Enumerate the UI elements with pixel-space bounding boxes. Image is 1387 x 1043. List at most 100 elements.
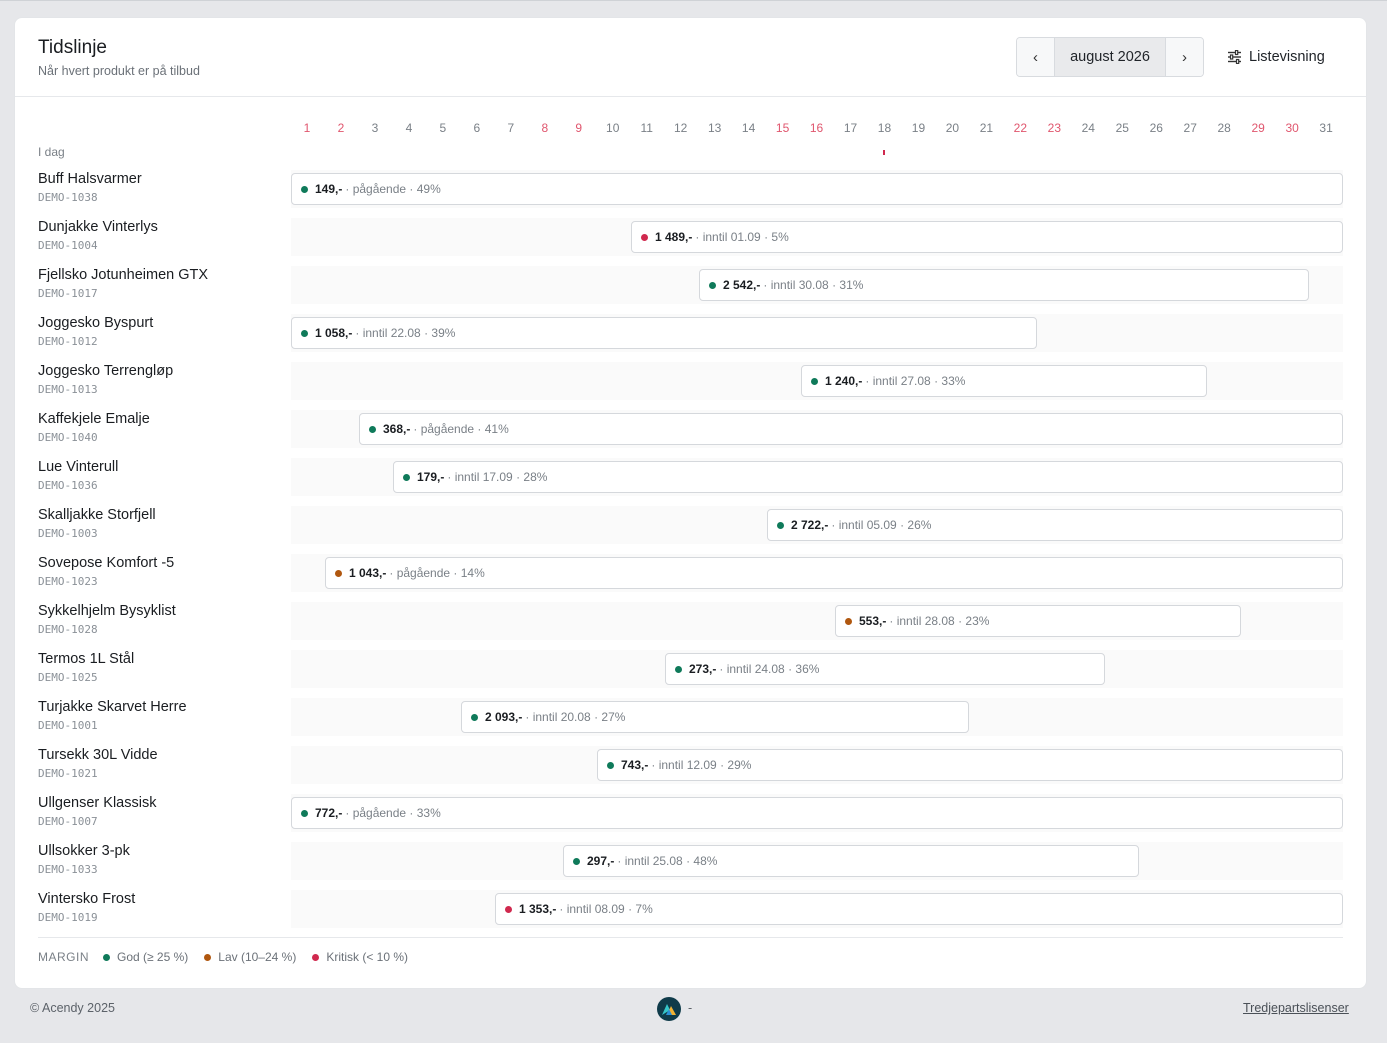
offer-status: · inntil 28.08 · 23%	[889, 614, 990, 628]
day-label: 6	[473, 121, 481, 135]
offer-bar[interactable]: 553,- · inntil 28.08 · 23%	[835, 605, 1241, 637]
legend-dot-god	[103, 953, 110, 961]
offer-bar[interactable]: 772,- · pågående · 33%	[291, 797, 1343, 829]
offer-status: · inntil 01.09 · 5%	[695, 230, 789, 244]
page-subtitle: Når hvert produkt er på tilbud	[38, 64, 200, 78]
product-name: Sykkelhjelm Bysyklist	[38, 603, 176, 619]
third-party-licenses-link[interactable]: Tredjepartslisenser	[1243, 1001, 1349, 1015]
day-label: 22	[1013, 121, 1028, 135]
product-sku: DEMO-1025	[38, 671, 98, 684]
day-label: 23	[1047, 121, 1061, 135]
day-label: 30	[1285, 121, 1299, 135]
offer-status: · inntil 17.09 · 28%	[447, 470, 548, 484]
page-title: Tidslinje	[38, 37, 107, 58]
offer-bar[interactable]: 743,- · inntil 12.09 · 29%	[597, 749, 1343, 781]
offer-bar[interactable]: 273,- · inntil 24.08 · 36%	[665, 653, 1105, 685]
margin-dot	[369, 425, 376, 433]
margin-dot	[335, 569, 342, 577]
product-sku: DEMO-1040	[38, 431, 98, 444]
list-view-button[interactable]: Listevisning	[1227, 45, 1325, 69]
footer-copyright: © Acendy 2025	[30, 1001, 115, 1015]
margin-dot	[301, 329, 308, 337]
product-name: Buff Halsvarmer	[38, 171, 142, 187]
day-label: 27	[1183, 121, 1197, 135]
product-sku: DEMO-1021	[38, 767, 98, 780]
day-label: 28	[1217, 121, 1231, 135]
month-navigator: ‹ august 2026 ›	[1016, 37, 1204, 77]
day-label: 21	[979, 121, 994, 135]
day-label: 17	[843, 121, 858, 135]
offer-price: 772,-	[315, 806, 343, 820]
margin-dot	[675, 665, 682, 673]
offer-bar[interactable]: 1 489,- · inntil 01.09 · 5%	[631, 221, 1343, 253]
brand-mark-icon	[662, 1004, 676, 1015]
margin-dot	[845, 617, 852, 625]
margin-dot	[607, 761, 614, 769]
product-sku: DEMO-1023	[38, 575, 98, 588]
legend-label-god: God (≥ 25 %)	[117, 950, 189, 964]
product-name: Sovepose Komfort -5	[38, 555, 175, 571]
offer-bar[interactable]: 2 542,- · inntil 30.08 · 31%	[699, 269, 1309, 301]
offer-bar[interactable]: 297,- · inntil 25.08 · 48%	[563, 845, 1139, 877]
product-sku: DEMO-1001	[38, 719, 98, 732]
offer-bar[interactable]: 368,- · pågående · 41%	[359, 413, 1343, 445]
day-label: 10	[606, 121, 620, 135]
product-sku: DEMO-1036	[38, 479, 98, 492]
prev-month-button[interactable]: ‹	[1017, 38, 1054, 76]
offer-bar[interactable]: 2 093,- · inntil 20.08 · 27%	[461, 701, 969, 733]
day-label: 24	[1081, 121, 1095, 135]
next-month-button[interactable]: ›	[1166, 38, 1203, 76]
offer-price: 1 240,-	[825, 374, 863, 388]
offer-price: 273,-	[689, 662, 717, 676]
offer-price: 1 043,-	[349, 566, 387, 580]
offer-bar[interactable]: 1 240,- · inntil 27.08 · 33%	[801, 365, 1207, 397]
day-label: 9	[575, 121, 583, 135]
offer-bar[interactable]: 1 353,- · inntil 08.09 · 7%	[495, 893, 1343, 925]
day-label: 18	[877, 121, 892, 135]
offer-bar[interactable]: 2 722,- · inntil 05.09 · 26%	[767, 509, 1343, 541]
day-label: 7	[507, 121, 515, 135]
product-sku: DEMO-1017	[38, 287, 98, 300]
day-label: 12	[673, 121, 688, 135]
offer-bar[interactable]: 179,- · inntil 17.09 · 28%	[393, 461, 1343, 493]
product-name: Dunjakke Vinterlys	[38, 219, 158, 235]
product-sku: DEMO-1033	[38, 863, 98, 876]
legend-title: MARGIN	[38, 950, 89, 964]
offer-price: 2 093,-	[485, 710, 523, 724]
offer-price: 1 058,-	[315, 326, 353, 340]
day-label: 16	[809, 121, 824, 135]
product-sku: DEMO-1004	[38, 239, 98, 252]
footer-separator: -	[688, 1001, 693, 1015]
day-label: 2	[337, 121, 345, 135]
product-name: Lue Vinterull	[38, 459, 119, 475]
offer-bar[interactable]: 1 058,- · inntil 22.08 · 39%	[291, 317, 1037, 349]
product-name: Joggesko Byspurt	[38, 315, 154, 331]
product-sku: DEMO-1028	[38, 623, 98, 636]
offer-bar[interactable]: 1 043,- · pågående · 14%	[325, 557, 1343, 589]
offer-status: · inntil 30.08 · 31%	[763, 278, 864, 292]
margin-dot	[573, 857, 580, 865]
day-label: 3	[371, 121, 379, 135]
offer-price: 553,-	[859, 614, 887, 628]
offer-status: · inntil 25.08 · 48%	[617, 854, 718, 868]
product-name: Ullgenser Klassisk	[38, 795, 157, 811]
product-name: Tursekk 30L Vidde	[38, 747, 158, 763]
legend-dot-lav	[204, 953, 212, 961]
offer-status: · pågående · 33%	[345, 806, 441, 820]
product-sku: DEMO-1013	[38, 383, 98, 396]
offer-bar[interactable]: 149,- · pågående · 49%	[291, 173, 1343, 205]
list-view-label: Listevisning	[1249, 49, 1325, 65]
margin-dot	[301, 185, 308, 193]
window-top-edge	[0, 0, 1387, 1]
day-label: 14	[741, 121, 756, 135]
product-sku: DEMO-1003	[38, 527, 98, 540]
product-sku: DEMO-1019	[38, 911, 98, 924]
legend-item-kritisk: Kritisk (< 10 %)	[312, 950, 408, 964]
product-name: Termos 1L Stål	[38, 651, 135, 667]
day-label: 29	[1251, 121, 1265, 135]
day-label: 13	[707, 121, 722, 135]
product-name: Turjakke Skarvet Herre	[38, 699, 187, 715]
offer-status: · inntil 12.09 · 29%	[651, 758, 752, 772]
sliders-icon	[1228, 50, 1241, 64]
product-name: Joggesko Terrengløp	[38, 363, 174, 379]
